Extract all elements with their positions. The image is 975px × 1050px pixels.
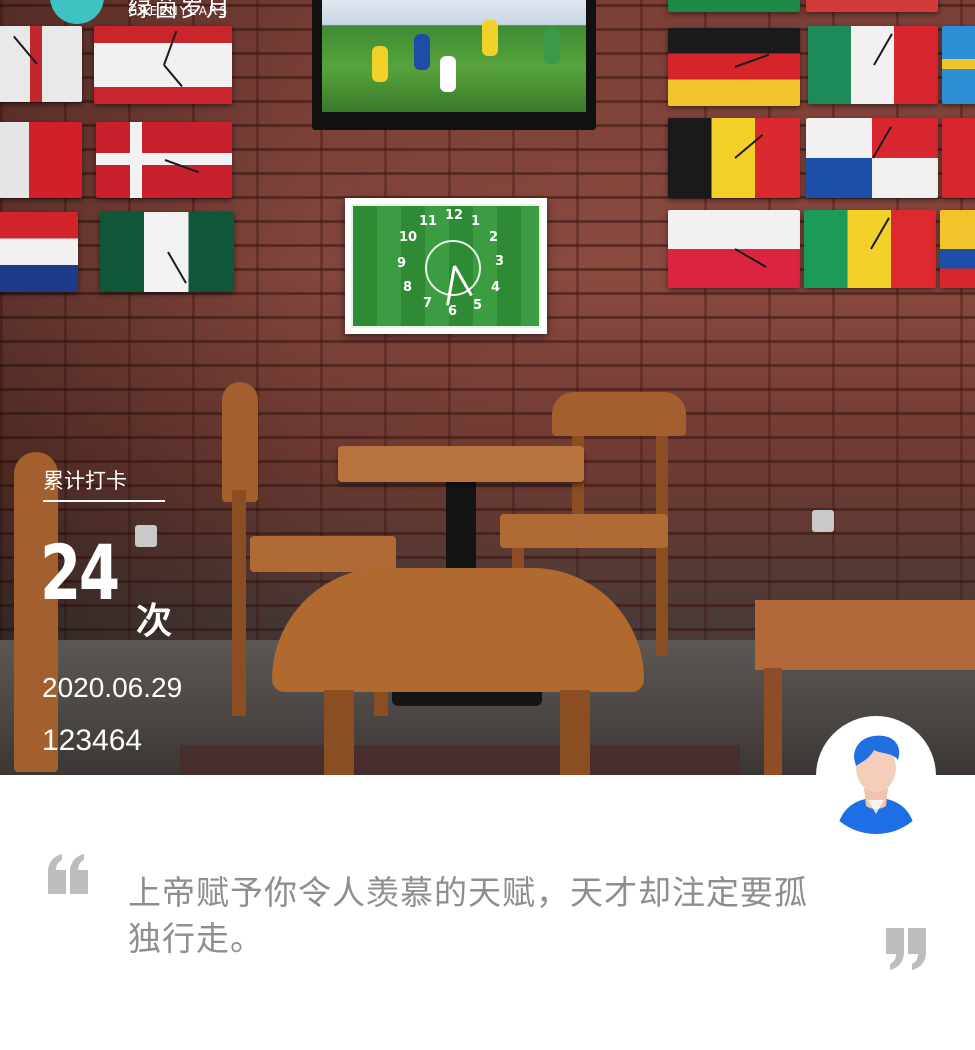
background-photo: 绿茵岁月 GREENYEARS 12 1 2 3 4 5 6 7 8 9 10 … bbox=[0, 0, 975, 775]
chair-leg bbox=[324, 690, 354, 775]
side-table bbox=[755, 600, 975, 670]
flag-clock-peru bbox=[942, 118, 975, 198]
flag-clock-panama bbox=[806, 118, 938, 198]
chair-leg bbox=[560, 690, 590, 775]
chair-back-front bbox=[272, 568, 644, 692]
wall-tv bbox=[312, 0, 596, 130]
chair-seat-left bbox=[250, 536, 396, 572]
brand-logo-icon bbox=[50, 0, 104, 24]
clock-number: 9 bbox=[397, 256, 407, 271]
flag-clock-sweden bbox=[942, 26, 975, 104]
chair-leg bbox=[232, 490, 246, 716]
brand-name-en: GREENYEARS bbox=[128, 4, 229, 18]
tv-screen bbox=[322, 0, 586, 112]
clock-number: 11 bbox=[419, 214, 438, 229]
flag-clock-portugal bbox=[0, 122, 82, 198]
avatar-illustration bbox=[818, 718, 934, 834]
chair-back-left bbox=[222, 382, 258, 502]
wall-socket bbox=[135, 525, 157, 547]
label-underline bbox=[43, 500, 165, 502]
flag-clock-top-2 bbox=[806, 0, 938, 12]
football-wall-clock: 12 1 2 3 4 5 6 7 8 9 10 11 bbox=[345, 198, 547, 334]
chair-seat-right bbox=[500, 514, 668, 548]
flag-clock-germany bbox=[668, 28, 800, 106]
checkin-date: 2020.06.29 bbox=[42, 672, 183, 703]
user-avatar-icon[interactable] bbox=[818, 718, 934, 834]
flag-clock-poland bbox=[668, 210, 800, 288]
checkin-count: 24 bbox=[40, 528, 120, 617]
table-top bbox=[338, 446, 584, 482]
clock-number: 4 bbox=[491, 280, 501, 295]
checkin-total-label: 累计打卡 bbox=[43, 469, 127, 493]
quote-open-icon bbox=[46, 852, 90, 900]
flag-clock-croatia bbox=[0, 212, 78, 292]
wall-socket bbox=[812, 510, 834, 532]
clock-number: 5 bbox=[473, 298, 483, 313]
flag-clock-denmark bbox=[96, 122, 232, 198]
clock-number: 3 bbox=[495, 254, 505, 269]
checkin-count-unit: 次 bbox=[136, 601, 173, 642]
flag-clock-mexico bbox=[808, 26, 938, 104]
clock-number: 2 bbox=[489, 230, 499, 245]
checkin-serial: 123464 bbox=[42, 724, 143, 757]
clock-number: 7 bbox=[423, 296, 433, 311]
flag-clock-england bbox=[0, 26, 82, 102]
quote-close-icon bbox=[884, 926, 928, 974]
clock-number: 10 bbox=[399, 230, 418, 245]
clock-number: 12 bbox=[445, 208, 464, 223]
clock-number: 6 bbox=[448, 304, 458, 319]
chair-back-right bbox=[552, 392, 686, 436]
clock-number: 1 bbox=[471, 214, 481, 229]
flag-clock-colombia bbox=[940, 210, 975, 288]
flag-clock-belgium bbox=[668, 118, 800, 198]
flag-clock-lebanon bbox=[94, 26, 232, 104]
flag-clock-top-1 bbox=[668, 0, 800, 12]
side-table-leg bbox=[764, 668, 782, 775]
quote-text: 上帝赋予你令人羡慕的天赋，天才却注定要孤独行走。 bbox=[128, 873, 808, 958]
flag-clock-senegal bbox=[804, 210, 936, 288]
clock-number: 8 bbox=[403, 280, 413, 295]
rug bbox=[180, 745, 740, 775]
flag-clock-nigeria bbox=[100, 212, 234, 292]
